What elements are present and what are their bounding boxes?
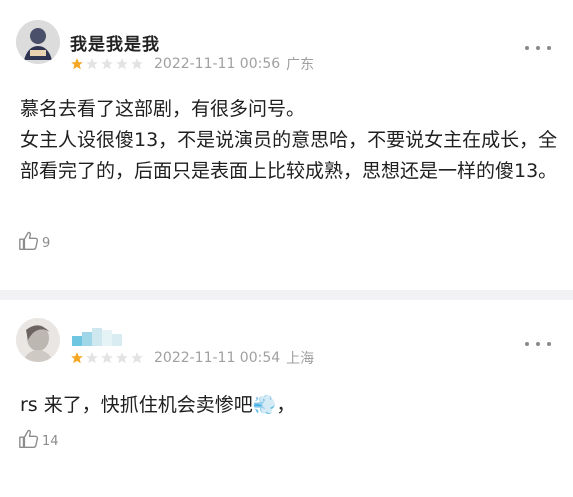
comment-meta: 2022-11-11 00:56 广东 <box>70 54 314 74</box>
star-rating <box>70 351 144 365</box>
more-icon[interactable] <box>525 340 551 348</box>
more-icon[interactable] <box>525 44 551 52</box>
username[interactable]: 我是我是我 <box>70 30 160 55</box>
star-icon <box>71 352 83 364</box>
comment-card: 2022-11-11 00:54 上海 rs 来了，快抓住机会卖惨吧💨， 14 <box>0 300 573 497</box>
star-icon <box>86 58 98 70</box>
star-icon <box>116 352 128 364</box>
comment-line: rs 来了，快抓住机会卖惨吧💨， <box>20 394 296 416</box>
comment-meta: 2022-11-11 00:54 上海 <box>70 348 314 368</box>
comment-location: 广东 <box>286 57 315 73</box>
like-button[interactable]: 9 <box>18 230 50 252</box>
star-rating <box>70 57 144 71</box>
divider <box>0 290 573 300</box>
comment-text: 慕名去看了这部剧，有很多问号。 女主人设很傻13，不是说演员的意思哈，不要说女主… <box>20 94 560 187</box>
comment-card: 我是我是我 2022-11-11 00:56 广东 慕名去看了这部剧，有很多问号… <box>0 0 573 290</box>
comment-location: 上海 <box>286 351 315 367</box>
star-icon <box>71 58 83 70</box>
avatar[interactable] <box>16 318 60 362</box>
avatar[interactable] <box>16 20 60 64</box>
like-count: 9 <box>42 236 51 251</box>
thumbs-up-icon <box>19 429 39 448</box>
comment-date: 2022-11-11 00:56 <box>154 56 281 72</box>
star-icon <box>131 58 143 70</box>
comment-line: 女主人设很傻13，不是说演员的意思哈，不要说女主在成长，全部看完了的，后面只是表… <box>20 129 558 182</box>
star-icon <box>86 352 98 364</box>
star-icon <box>131 352 143 364</box>
comment-date: 2022-11-11 00:54 <box>154 350 281 366</box>
star-icon <box>101 58 113 70</box>
like-count: 14 <box>42 434 59 449</box>
thumbs-up-icon <box>19 231 39 250</box>
star-icon <box>116 58 128 70</box>
username-blurred[interactable] <box>72 326 126 348</box>
comment-line: 慕名去看了这部剧，有很多问号。 <box>20 98 306 120</box>
comment-text: rs 来了，快抓住机会卖惨吧💨， <box>20 390 560 421</box>
like-button[interactable]: 14 <box>18 428 59 450</box>
star-icon <box>101 352 113 364</box>
